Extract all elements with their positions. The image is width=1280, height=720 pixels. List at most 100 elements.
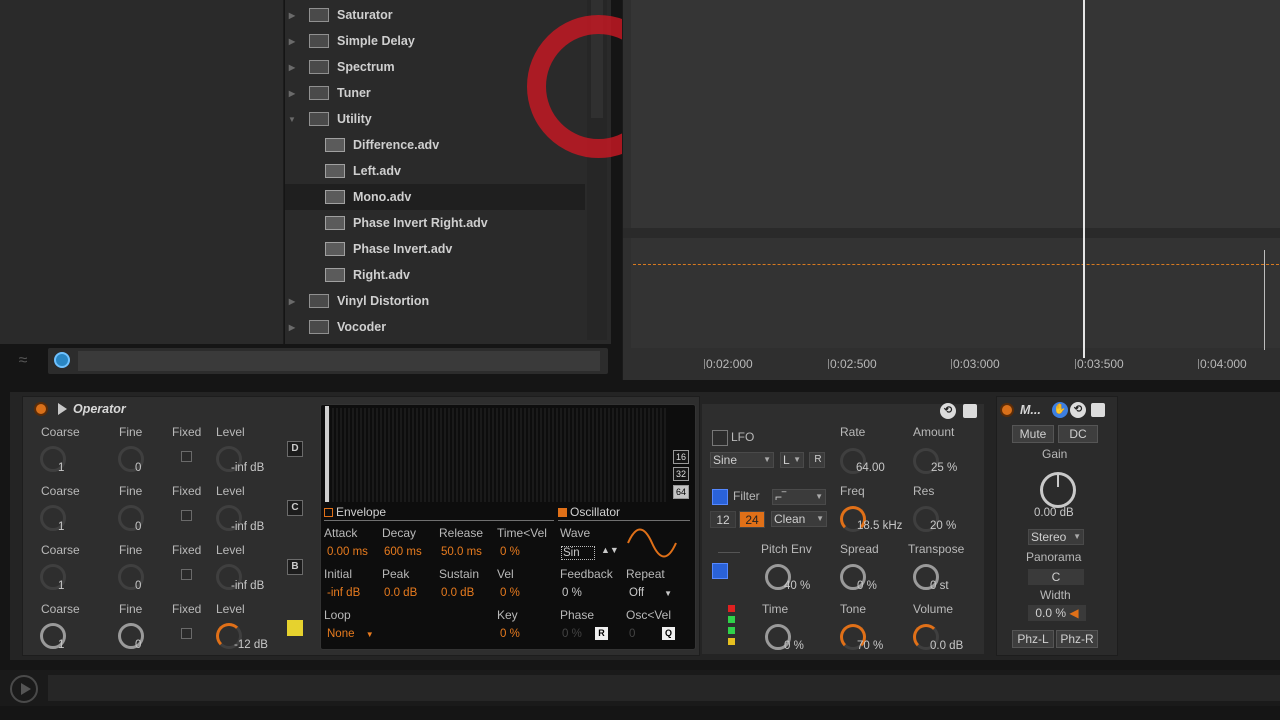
device-on-button[interactable] [34,401,48,416]
browser-item[interactable]: ▶ Vocoder [285,314,585,340]
osc-d-button[interactable]: D [287,441,303,457]
phase-value[interactable]: 0 % [562,628,582,640]
phase-retrigger-button[interactable]: R [595,627,608,640]
expand-arrow-icon[interactable]: ▶ [285,89,299,98]
envelope-checkbox-icon[interactable] [324,508,333,517]
filter-type-dropdown[interactable]: ⌐‾ ▼ [772,489,826,505]
repeat-dropdown[interactable]: Off ▼ [629,587,672,599]
fixed-checkbox[interactable] [181,451,192,462]
time-ruler-tick: 0:04:000 [1198,357,1247,371]
mute-button[interactable]: Mute [1012,425,1054,443]
loop-dropdown[interactable]: None ▼ [327,628,374,640]
slope-12-button[interactable]: 12 [710,511,736,528]
device-on-button[interactable] [1000,402,1014,417]
wave-dropdown[interactable]: Sin [561,546,595,560]
expand-arrow-icon[interactable]: ▶ [285,37,299,46]
hot-swap-icon[interactable]: ≈ [8,352,38,378]
lfo-retrigger-button[interactable]: R [809,452,825,468]
ableton-live-window: ▶ Saturator ▶ Simple Delay ▶ Spectrum ▶ Tune… [0,0,1280,720]
release-value[interactable]: 50.0 ms [441,546,482,558]
phase-right-button[interactable]: Phz-R [1056,630,1098,648]
browser-item-label: Vocoder [337,320,387,334]
fine-value: 0 [135,580,142,592]
width-slider[interactable]: 0.0 % ◀ [1028,605,1086,621]
track-lane[interactable] [631,0,1280,228]
channel-mode-dropdown[interactable]: Stereo ▼ [1028,529,1084,545]
slope-24-button[interactable]: 24 [739,511,765,528]
key-value[interactable]: 0 % [500,628,520,640]
preview-play-icon[interactable] [10,675,38,703]
automation-lane[interactable] [631,238,1280,348]
expand-arrow-icon[interactable]: ▶ [285,323,299,332]
browser-item[interactable]: ▶ Vinyl Distortion [285,288,585,314]
phase-left-button[interactable]: Phz-L [1012,630,1054,648]
rate-label: Rate [840,425,866,439]
feedback-value[interactable]: 0 % [562,587,582,599]
folder-icon [309,320,329,334]
oscillator-checkbox-icon[interactable] [558,508,567,517]
fixed-checkbox[interactable] [181,569,192,580]
coarse-value: 1 [58,639,65,651]
browser-item[interactable]: Left.adv [285,158,585,184]
browser-item[interactable]: ▶ Saturator [285,2,585,28]
hot-swap-icon[interactable]: ⟲ [1070,402,1086,418]
rate-32-button[interactable]: 32 [673,467,689,481]
preview-play-icon[interactable] [58,402,67,415]
osc-b-button[interactable]: B [287,559,303,575]
browser-item-selected[interactable]: Mono.adv [285,184,585,210]
rate-16-button[interactable]: 16 [673,450,689,464]
gain-knob[interactable] [1040,472,1076,508]
browser-item[interactable]: Difference.adv [285,132,585,158]
panorama-slider[interactable]: C [1028,569,1084,585]
arrangement-view[interactable] [622,0,1280,380]
expand-arrow-icon[interactable]: ▶ [285,63,299,72]
lfo-rate-value: 64.00 [856,462,885,474]
decay-value[interactable]: 600 ms [384,546,422,558]
expand-arrow-icon[interactable]: ▶ [285,297,299,306]
lfo-toggle[interactable] [712,430,728,446]
dc-button[interactable]: DC [1058,425,1098,443]
browser-item[interactable]: Right.adv [285,262,585,288]
expand-arrow-icon[interactable]: ▶ [285,11,299,20]
osc-vel-value[interactable]: 0 [629,628,635,640]
fixed-checkbox[interactable] [181,510,192,521]
level-value: -inf dB [231,521,265,533]
peak-label: Peak [382,567,410,581]
dropdown-arrow-icon: ▼ [816,514,824,523]
peak-value[interactable]: 0.0 dB [384,587,417,599]
sustain-label: Sustain [439,567,480,581]
filter-freq-value: 18.5 kHz [857,520,903,532]
transpose-label: Transpose [908,542,965,556]
quantize-button[interactable]: Q [662,627,675,640]
oscillator-title: Oscillator [570,505,621,519]
lfo-mode-dropdown[interactable]: L ▼ [780,452,804,468]
search-icon[interactable] [54,352,70,368]
search-input[interactable] [78,351,600,371]
filter-toggle[interactable] [712,489,728,505]
rate-64-button[interactable]: 64 [673,485,689,499]
save-preset-icon[interactable] [963,404,977,418]
pitch-env-toggle[interactable] [712,563,728,579]
gain-label: Gain [1042,447,1068,461]
envelope-scope[interactable] [328,408,668,502]
save-preset-icon[interactable] [1091,403,1105,417]
fixed-checkbox[interactable] [181,628,192,639]
attack-value[interactable]: 0.00 ms [327,546,368,558]
envelope-header: Envelope [324,505,386,519]
playhead[interactable] [1083,0,1085,358]
time-vel-value[interactable]: 0 % [500,546,520,558]
dropdown-arrow-icon: ▼ [664,589,673,598]
vel-value[interactable]: 0 % [500,587,520,599]
device-drop-area[interactable] [1124,396,1280,656]
collapse-arrow-icon[interactable]: ▼ [285,115,299,124]
filter-circuit-dropdown[interactable]: Clean ▼ [771,511,827,527]
browser-item[interactable]: Phase Invert Right.adv [285,210,585,236]
automation-line[interactable] [633,264,1279,265]
browser-item[interactable]: Phase Invert.adv [285,236,585,262]
sustain-value[interactable]: 0.0 dB [441,587,474,599]
osc-c-button[interactable]: C [287,500,303,516]
osc-a-button[interactable] [287,620,303,636]
initial-value[interactable]: -inf dB [327,587,360,599]
lfo-wave-dropdown[interactable]: Sine ▼ [710,452,774,468]
hot-swap-icon[interactable]: ⟲ [940,403,956,419]
